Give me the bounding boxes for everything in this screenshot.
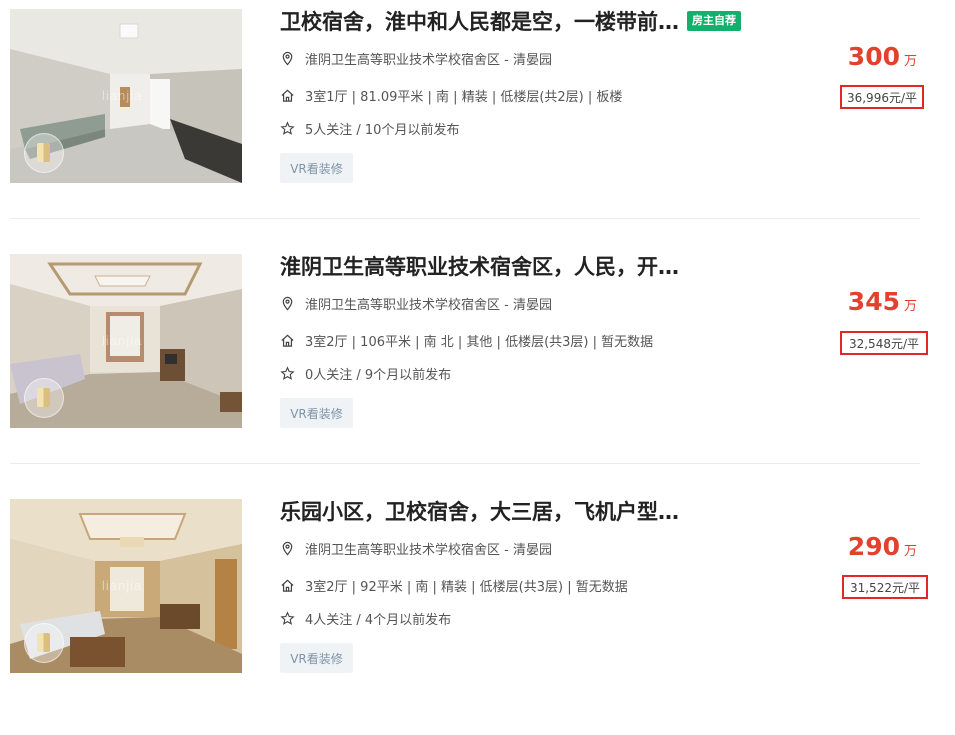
follow-info-row: 0人关注 / 9个月以前发布 xyxy=(280,363,451,383)
total-price-unit: 万 xyxy=(903,544,917,559)
total-price-value: 345 xyxy=(847,287,900,316)
photo-watermark: lianjia xyxy=(102,333,143,348)
follow-info-row: 5人关注 / 10个月以前发布 xyxy=(280,118,459,138)
total-price-value: 290 xyxy=(847,532,900,561)
location-icon xyxy=(282,296,293,311)
vr-badge-icon[interactable] xyxy=(24,623,64,663)
listing-item: lianjia 淮阴卫生高等职业技术宿舍区，人民，开… 淮阴卫生高等职业技术学校… xyxy=(0,245,955,490)
location-icon xyxy=(282,51,293,66)
listing-item: lianjia 卫校宿舍，淮中和人民都是空，一楼带前… 房主自荐 淮阴卫生高等职… xyxy=(0,0,955,245)
listing-photo[interactable]: lianjia xyxy=(10,9,242,183)
listing-title[interactable]: 淮阴卫生高等职业技术宿舍区，人民，开… xyxy=(280,251,679,281)
listing-title-row: 乐园小区，卫校宿舍，大三居，飞机户型… xyxy=(280,496,679,526)
unit-price: 32,548元/平 xyxy=(840,331,928,355)
follow-info-text: 5人关注 / 10个月以前发布 xyxy=(305,122,460,138)
vr-badge-icon[interactable] xyxy=(24,133,64,173)
address-row: 淮阴卫生高等职业技术学校宿舍区 - 清晏园 xyxy=(280,293,552,313)
listing-divider xyxy=(10,463,920,464)
location-icon xyxy=(282,541,293,556)
listing-photo[interactable]: lianjia xyxy=(10,499,242,673)
total-price: 300 万 xyxy=(848,42,917,71)
vr-decoration-button[interactable]: VR看装修 xyxy=(280,643,353,673)
community-link[interactable]: 淮阴卫生高等职业技术学校宿舍区 - 清晏园 xyxy=(305,539,552,558)
house-info-row: 3室2厅 | 106平米 | 南 北 | 其他 | 低楼层(共3层) | 暂无数… xyxy=(280,330,653,350)
listing-item: lianjia 乐园小区，卫校宿舍，大三居，飞机户型… 淮阴卫生高等职业技术学校… xyxy=(0,490,955,735)
listing-title[interactable]: 卫校宿舍，淮中和人民都是空，一楼带前… xyxy=(280,6,679,36)
total-price: 290 万 xyxy=(848,532,917,561)
community-link[interactable]: 淮阴卫生高等职业技术学校宿舍区 - 清晏园 xyxy=(305,294,552,313)
house-info-row: 3室1厅 | 81.09平米 | 南 | 精装 | 低楼层(共2层) | 板楼 xyxy=(280,85,622,105)
owner-recommend-tag: 房主自荐 xyxy=(687,11,741,31)
house-info-text: 3室1厅 | 81.09平米 | 南 | 精装 | 低楼层(共2层) | 板楼 xyxy=(305,89,623,105)
house-icon xyxy=(281,334,294,347)
address-row: 淮阴卫生高等职业技术学校宿舍区 - 清晏园 xyxy=(280,538,552,558)
house-icon xyxy=(281,89,294,102)
follow-info-row: 4人关注 / 4个月以前发布 xyxy=(280,608,451,628)
listing-title-row: 卫校宿舍，淮中和人民都是空，一楼带前… 房主自荐 xyxy=(280,6,741,36)
vr-decoration-button[interactable]: VR看装修 xyxy=(280,398,353,428)
vr-decoration-button[interactable]: VR看装修 xyxy=(280,153,353,183)
listing-divider xyxy=(10,218,920,219)
photo-watermark: lianjia xyxy=(102,88,143,103)
total-price-unit: 万 xyxy=(903,299,917,314)
total-price-unit: 万 xyxy=(903,54,917,69)
unit-price: 31,522元/平 xyxy=(842,575,928,599)
listing-title-row: 淮阴卫生高等职业技术宿舍区，人民，开… xyxy=(280,251,679,281)
follow-info-text: 0人关注 / 9个月以前发布 xyxy=(305,367,452,383)
house-info-row: 3室2厅 | 92平米 | 南 | 精装 | 低楼层(共3层) | 暂无数据 xyxy=(280,575,628,595)
listing-title[interactable]: 乐园小区，卫校宿舍，大三居，飞机户型… xyxy=(280,496,679,526)
community-link[interactable]: 淮阴卫生高等职业技术学校宿舍区 - 清晏园 xyxy=(305,49,552,68)
total-price-value: 300 xyxy=(847,42,900,71)
listing-photo[interactable]: lianjia xyxy=(10,254,242,428)
house-icon xyxy=(281,579,294,592)
house-info-text: 3室2厅 | 92平米 | 南 | 精装 | 低楼层(共3层) | 暂无数据 xyxy=(305,579,628,595)
star-icon xyxy=(280,120,295,135)
photo-watermark: lianjia xyxy=(102,578,143,593)
house-info-text: 3室2厅 | 106平米 | 南 北 | 其他 | 低楼层(共3层) | 暂无数… xyxy=(305,334,654,350)
star-icon xyxy=(280,365,295,380)
address-row: 淮阴卫生高等职业技术学校宿舍区 - 清晏园 xyxy=(280,48,552,68)
vr-badge-icon[interactable] xyxy=(24,378,64,418)
total-price: 345 万 xyxy=(848,287,917,316)
unit-price: 36,996元/平 xyxy=(840,85,924,109)
follow-info-text: 4人关注 / 4个月以前发布 xyxy=(305,612,452,628)
star-icon xyxy=(280,610,295,625)
